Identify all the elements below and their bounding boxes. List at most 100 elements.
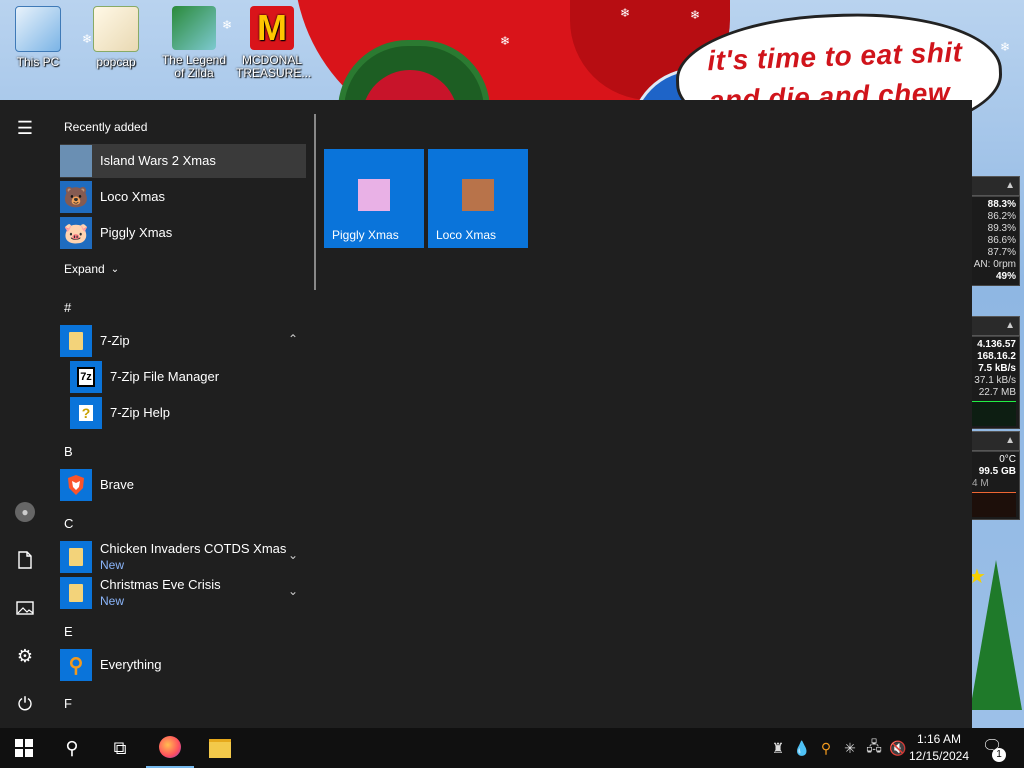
list-item-brave[interactable]: Brave <box>60 468 306 502</box>
chevron-down-icon: ⌄ <box>287 584 298 598</box>
app-list-scrollbar[interactable] <box>314 114 316 290</box>
tile-piggly-xmas[interactable]: Piggly Xmas <box>324 149 424 248</box>
cpu-core: 87.7% <box>987 247 1016 258</box>
list-item-7zip-folder[interactable]: 7-Zip ⌃ <box>60 324 306 358</box>
document-icon <box>18 551 32 569</box>
app-label: 7-Zip Help <box>110 405 170 420</box>
folder-icon <box>60 541 92 573</box>
search-button[interactable]: ⚲ <box>48 728 96 768</box>
cpu-total: 88.3% <box>987 199 1016 210</box>
task-view-icon: ⧉ <box>113 737 127 758</box>
app-label: Piggly Xmas <box>100 225 173 240</box>
system-tray: ♜ 💧 ⚲ ✳ 🖧 🔇 <box>766 728 910 768</box>
taskbar-firefox[interactable] <box>146 728 194 768</box>
cpu-core: 89.3% <box>987 223 1016 234</box>
list-item-everything[interactable]: ⚲ Everything <box>60 648 306 682</box>
expand-label: Expand <box>64 262 105 276</box>
disk-widget: 0°C 99.5 GB 4 M <box>968 451 1020 520</box>
loco-xmas-icon: 🐻 <box>60 181 92 213</box>
file-explorer-icon <box>209 738 231 758</box>
cpu-core: 86.6% <box>987 235 1016 246</box>
cpu-widget: 88.3% 86.2% 89.3% 86.6% 87.7% AN: 0rpm 4… <box>968 196 1020 286</box>
computer-icon <box>15 6 61 52</box>
power-icon[interactable]: ⏻ <box>0 686 50 722</box>
network-icon[interactable]: 🖧 <box>862 736 886 760</box>
hamburger-menu-icon[interactable]: ☰ <box>0 110 50 146</box>
taskbar-clock[interactable]: 1:16 AM 12/15/2024 <box>898 731 980 765</box>
firefox-icon <box>159 736 181 758</box>
upload-rate: 7.5 kB/s <box>978 363 1016 374</box>
water-drop-icon[interactable]: 💧 <box>790 740 814 757</box>
desktop-icon-label: This PC <box>16 55 60 69</box>
desktop-icon-this-pc[interactable]: This PC <box>2 6 74 69</box>
folder-icon <box>93 6 139 52</box>
new-badge: New <box>100 558 125 572</box>
download-rate: 37.1 kB/s <box>974 375 1016 386</box>
list-item-7zip-help[interactable]: ? 7-Zip Help <box>70 396 306 430</box>
image-icon <box>16 601 34 615</box>
user-account-button[interactable]: ● <box>0 494 50 530</box>
pictures-icon[interactable] <box>0 590 50 626</box>
desktop-icon-popcap[interactable]: popcap <box>80 6 152 69</box>
piggly-xmas-icon: 🐷 <box>60 217 92 249</box>
notification-count-badge: 1 <box>992 748 1006 762</box>
disk-graph <box>972 492 1016 517</box>
tile-label: Piggly Xmas <box>332 228 399 242</box>
disk-activity: 4 M <box>972 478 989 489</box>
expand-button[interactable]: Expand ⌄ <box>60 252 306 286</box>
app-label: 7-Zip File Manager <box>110 369 220 384</box>
avatar: ● <box>15 502 35 522</box>
taskbar-file-explorer[interactable] <box>196 728 244 768</box>
list-item-loco-xmas[interactable]: 🐻 Loco Xmas <box>60 180 306 214</box>
brave-icon <box>60 469 92 501</box>
everything-tray-icon[interactable]: ⚲ <box>814 740 838 757</box>
list-item-7zip-file-manager[interactable]: 7z 7-Zip File Manager <box>70 360 306 394</box>
7zip-icon: 7z <box>70 361 102 393</box>
desktop-icon-legend-of-zilda[interactable]: The Legend of Zilda <box>158 6 230 80</box>
app-label: Chicken Invaders COTDS Xmas <box>100 541 287 556</box>
documents-icon[interactable] <box>0 542 50 578</box>
snowflake-icon: ❄ <box>500 34 511 48</box>
piggly-xmas-icon <box>358 179 390 211</box>
chevron-up-icon: ⌃ <box>287 332 298 346</box>
section-header-c: C <box>64 516 74 531</box>
island-wars-icon <box>60 145 92 177</box>
cpu-core: 86.2% <box>987 211 1016 222</box>
loco-xmas-icon <box>462 179 494 211</box>
app-label: Brave <box>100 477 134 492</box>
section-header-b: B <box>64 444 73 459</box>
folder-icon <box>60 325 92 357</box>
settings-icon[interactable]: ⚙ <box>0 638 50 674</box>
folder-icon <box>60 577 92 609</box>
task-view-button[interactable]: ⧉ <box>96 728 144 768</box>
app-label: Loco Xmas <box>100 189 166 204</box>
clock-time: 1:16 AM <box>916 732 962 746</box>
desktop-icon-mcdonald-treasure[interactable]: M MCDONAL TREASURE... <box>236 6 312 80</box>
snowflake-icon: ❄ <box>620 6 631 20</box>
start-button[interactable] <box>0 728 48 768</box>
tray-app-icon[interactable]: ♜ <box>766 740 790 757</box>
desktop-icon-label: MCDONAL TREASURE... <box>236 53 312 80</box>
snowflake-icon[interactable]: ✳ <box>838 740 862 757</box>
ip-address: 4.136.57 <box>977 339 1016 350</box>
system-monitor-widgets: ▲ 88.3% 86.2% 89.3% 86.6% 87.7% AN: 0rpm… <box>968 176 1020 520</box>
memory-usage: 49% <box>995 271 1016 282</box>
section-header-e: E <box>64 624 73 639</box>
network-widget: 4.136.57 168.16.2 7.5 kB/s 37.1 kB/s 22.… <box>968 336 1020 429</box>
snowflake-icon: ❄ <box>690 8 701 22</box>
list-item-island-wars[interactable]: Island Wars 2 Xmas <box>60 144 306 178</box>
app-label: 7-Zip <box>100 333 130 348</box>
list-item-chicken-invaders[interactable]: Chicken Invaders COTDS Xmas New ⌄ <box>60 540 306 574</box>
tile-loco-xmas[interactable]: Loco Xmas <box>428 149 528 248</box>
fan-speed: AN: 0rpm <box>973 259 1016 270</box>
start-menu-rail: ☰ ● ⚙ ⏻ <box>0 100 50 728</box>
widget-collapse-button[interactable]: ▲ <box>968 431 1020 451</box>
list-item-piggly-xmas[interactable]: 🐷 Piggly Xmas <box>60 216 306 250</box>
disk-free: 99.5 GB <box>978 466 1016 477</box>
game-icon <box>172 6 216 50</box>
app-label: Christmas Eve Crisis <box>100 577 221 592</box>
mcdonalds-icon: M <box>250 6 294 50</box>
widget-collapse-button[interactable]: ▲ <box>968 316 1020 336</box>
widget-collapse-button[interactable]: ▲ <box>968 176 1020 196</box>
list-item-christmas-eve-crisis[interactable]: Christmas Eve Crisis New ⌄ <box>60 576 306 610</box>
